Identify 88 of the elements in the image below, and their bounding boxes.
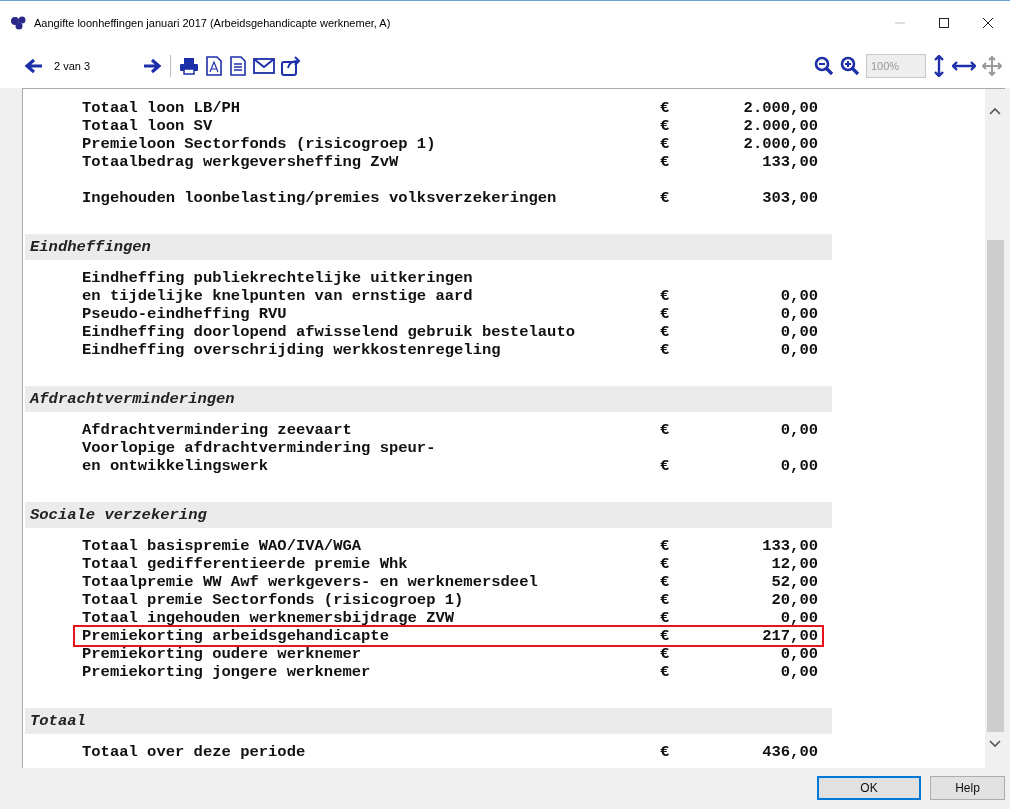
row-label: Premieloon Sectorfonds (risicogroep 1)	[82, 135, 437, 153]
row-label: Totaal loon SV	[82, 117, 214, 135]
section-heading: Totaal	[25, 708, 832, 734]
currency-sign: €	[660, 189, 671, 207]
currency-sign: €	[660, 537, 671, 555]
arrow-left-icon[interactable]	[24, 56, 44, 76]
dialog-button[interactable]: Help	[930, 776, 1005, 800]
row-label: Eindheffing publiekrechtelijke uitkeringen	[82, 269, 474, 287]
amount: 0,00	[779, 609, 818, 627]
row-label: en tijdelijke knelpunten van ernstige aard	[82, 287, 474, 305]
amount: 12,00	[770, 555, 818, 573]
amount: 2.000,00	[742, 99, 818, 117]
row-label: en ontwikkelingswerk	[82, 457, 270, 475]
section-heading: Sociale verzekering	[25, 502, 832, 528]
export-icon[interactable]	[281, 56, 301, 76]
arrow-right-icon[interactable]	[142, 56, 162, 76]
row-label: Afdrachtvermindering zeevaart	[82, 421, 353, 439]
currency-sign: €	[660, 341, 671, 359]
amount: 133,00	[761, 153, 818, 171]
amount: 303,00	[761, 189, 818, 207]
fit-width-icon[interactable]	[952, 59, 976, 73]
row-label: Totaal over deze periode	[82, 743, 307, 761]
print-icon[interactable]	[179, 56, 199, 76]
amount: 0,00	[779, 663, 818, 681]
amount: 0,00	[779, 341, 818, 359]
amount: 0,00	[779, 457, 818, 475]
row-label: Totaal premie Sectorfonds (risicogroep 1)	[82, 591, 465, 609]
amount: 436,00	[761, 743, 818, 761]
mail-icon[interactable]	[253, 57, 275, 75]
fit-height-icon[interactable]	[932, 55, 946, 77]
document-icon[interactable]	[229, 56, 247, 76]
currency-sign: €	[660, 153, 671, 171]
currency-sign: €	[660, 135, 671, 153]
row-label: Totaalbedrag werkgeversheffing ZvW	[82, 153, 400, 171]
app-logo-icon	[10, 15, 28, 30]
currency-sign: €	[660, 663, 671, 681]
amount: 0,00	[779, 323, 818, 341]
amount: 0,00	[779, 421, 818, 439]
window-title: Aangifte loonheffingen januari 2017 (Arbeidsgehandicapte werknemer, A)	[34, 16, 392, 29]
currency-sign: €	[660, 591, 671, 609]
close-icon[interactable]	[982, 16, 994, 29]
row-label: Voorlopige afdrachtvermindering speur-	[82, 439, 437, 457]
row-label: Totaal basispremie WAO/IVA/WGA	[82, 537, 363, 555]
row-label: Eindheffing doorlopend afwisselend gebruik bestelauto	[82, 323, 576, 341]
currency-sign: €	[660, 573, 671, 591]
row-label: Ingehouden loonbelasting/premies volksverzekeringen	[82, 189, 558, 207]
row-label: Totaal ingehouden werknemersbijdrage ZVW	[82, 609, 456, 627]
pdf-document-icon[interactable]	[205, 56, 223, 76]
amount: 52,00	[770, 573, 818, 591]
move-icon[interactable]	[982, 56, 1002, 76]
currency-sign: €	[660, 99, 671, 117]
amount: 20,00	[770, 591, 818, 609]
amount: 217,00	[761, 627, 818, 645]
dialog-button[interactable]: OK	[817, 776, 921, 800]
amount: 0,00	[779, 305, 818, 323]
currency-sign: €	[660, 421, 671, 439]
currency-sign: €	[660, 287, 671, 305]
amount: 0,00	[779, 287, 818, 305]
amount: 133,00	[761, 537, 818, 555]
row-label: Premiekorting oudere werknemer	[82, 645, 363, 663]
currency-sign: €	[660, 457, 671, 475]
row-label: Pseudo-eindheffing RVU	[82, 305, 288, 323]
currency-sign: €	[660, 117, 671, 135]
maximize-icon[interactable]	[938, 16, 950, 29]
section-heading: Afdrachtverminderingen	[25, 386, 832, 412]
row-label: Totaal loon LB/PH	[82, 99, 242, 117]
row-label: Premiekorting jongere werknemer	[82, 663, 372, 681]
scroll-down-icon[interactable]	[989, 740, 1001, 748]
currency-sign: €	[660, 743, 671, 761]
currency-sign: €	[660, 323, 671, 341]
zoom-out-icon[interactable]	[814, 56, 834, 76]
currency-sign: €	[660, 645, 671, 663]
amount: 2.000,00	[742, 135, 818, 153]
row-label: Eindheffing overschrijding werkkostenregeling	[82, 341, 502, 359]
row-label: Totaal gedifferentieerde premie Whk	[82, 555, 409, 573]
currency-sign: €	[660, 305, 671, 323]
currency-sign: €	[660, 609, 671, 627]
currency-sign: €	[660, 555, 671, 573]
row-label: Premiekorting arbeidsgehandicapte	[82, 627, 390, 645]
scrollbar-thumb[interactable]	[986, 240, 1004, 732]
amount: 2.000,00	[742, 117, 818, 135]
row-label: Totaalpremie WW Awf werkgevers- en werknemersdeel	[82, 573, 539, 591]
zoom-in-icon[interactable]	[840, 56, 860, 76]
scroll-up-icon[interactable]	[989, 107, 1001, 115]
section-heading: Eindheffingen	[25, 234, 832, 260]
amount: 0,00	[779, 645, 818, 663]
currency-sign: €	[660, 627, 671, 645]
scrollbar[interactable]	[985, 89, 1005, 768]
